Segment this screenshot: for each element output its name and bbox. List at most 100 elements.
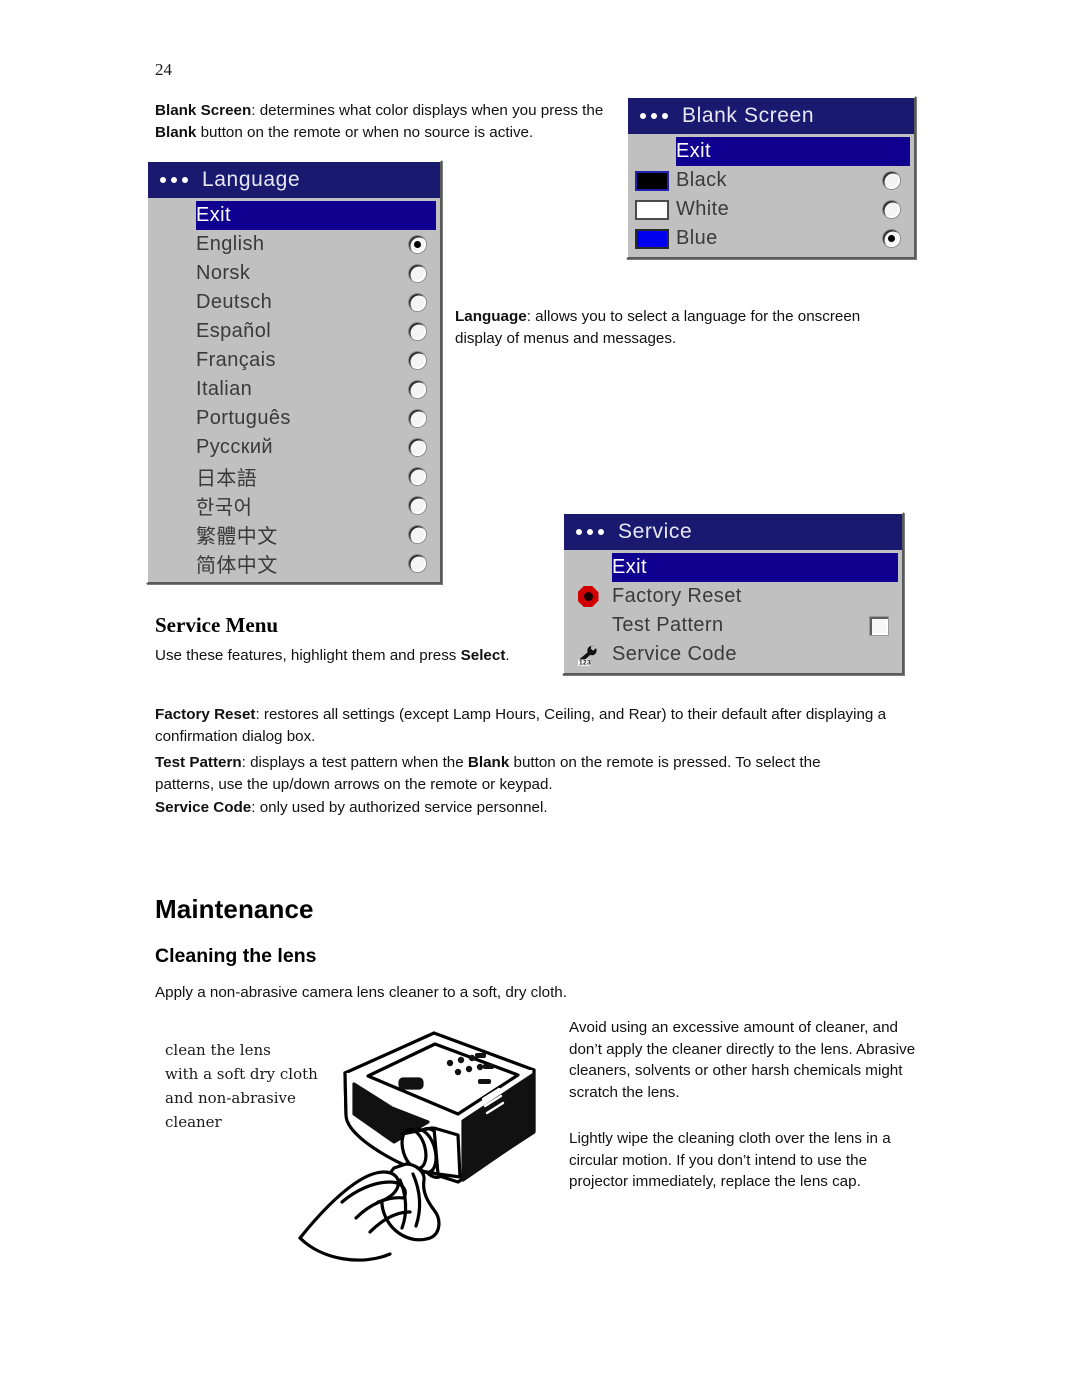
cleaning-the-lens-heading: Cleaning the lens: [155, 945, 317, 967]
service-item-label: Service Code: [612, 643, 737, 665]
language-item-japanese[interactable]: 日本語: [148, 462, 440, 491]
service-item-factory-reset[interactable]: Factory Reset: [564, 582, 902, 611]
service-item-label: Factory Reset: [612, 585, 742, 607]
language-item-portugues[interactable]: Português: [148, 404, 440, 433]
language-item-label: English: [196, 233, 265, 255]
service-exit-label: Exit: [612, 556, 647, 578]
language-item-label: 한국어: [196, 497, 253, 519]
japanese-radio[interactable]: [408, 468, 426, 485]
blue-swatch-icon: [635, 228, 669, 249]
portugues-radio[interactable]: [408, 410, 426, 427]
blank-screen-menu-title: Blank Screen: [682, 104, 815, 127]
language-item-label: 简体中文: [196, 555, 278, 577]
blank-screen-exit-label: Exit: [676, 140, 711, 162]
test-pattern-checkbox[interactable]: [870, 616, 888, 635]
black-swatch-icon: [635, 170, 669, 191]
service-menu-items: Exit Factory Reset Test Pattern 123 Serv…: [564, 550, 902, 673]
factory-reset-term: Factory Reset: [155, 706, 256, 723]
blank-screen-item-blue[interactable]: Blue: [628, 224, 914, 253]
language-item-deutsch[interactable]: Deutsch: [148, 288, 440, 317]
service-menu-intro: Use these features, highlight them and p…: [155, 645, 555, 667]
white-swatch-icon: [635, 199, 669, 220]
language-item-francais[interactable]: Français: [148, 346, 440, 375]
language-item-simplified-chinese[interactable]: 简体中文: [148, 549, 440, 578]
blank-screen-item-white[interactable]: White: [628, 195, 914, 224]
svg-text:123: 123: [579, 659, 591, 665]
language-item-label: Português: [196, 407, 291, 429]
black-radio[interactable]: [882, 172, 900, 189]
language-item-label: Italian: [196, 378, 253, 400]
language-item-label: 日本語: [196, 468, 258, 490]
language-menu-items: Exit English Norsk Deutsch Español Franç…: [148, 198, 440, 582]
projector-lens-cleaning-illustration: [282, 1022, 552, 1284]
test-pattern-text-a: : displays a test pattern when the: [241, 754, 468, 771]
projector-illustration-svg: [298, 1031, 536, 1262]
italian-radio[interactable]: [408, 381, 426, 398]
language-item-label: Français: [196, 349, 276, 371]
test-pattern-paragraph: Test Pattern: displays a test pattern wh…: [155, 752, 875, 795]
language-menu[interactable]: Language Exit English Norsk Deutsch Espa…: [146, 160, 442, 584]
language-item-russian[interactable]: Русский: [148, 433, 440, 462]
blank-screen-exit-item[interactable]: Exit: [628, 137, 914, 166]
norsk-radio[interactable]: [408, 265, 426, 282]
language-item-label: Deutsch: [196, 291, 273, 313]
traditional-chinese-radio[interactable]: [408, 526, 426, 543]
russian-radio[interactable]: [408, 439, 426, 456]
menu-dots-icon: [576, 529, 604, 535]
language-item-traditional-chinese[interactable]: 繁體中文: [148, 520, 440, 549]
language-item-espanol[interactable]: Español: [148, 317, 440, 346]
factory-reset-paragraph: Factory Reset: restores all settings (ex…: [155, 704, 933, 747]
language-menu-title: Language: [202, 168, 301, 191]
blank-term: Blank: [155, 123, 197, 141]
language-item-label: Русский: [196, 436, 274, 458]
blank-screen-item-black-label: Black: [676, 169, 727, 191]
service-menu-title: Service: [618, 520, 693, 543]
service-exit-item[interactable]: Exit: [564, 553, 902, 582]
blank-screen-item-blue-label: Blue: [676, 227, 718, 249]
page-number: 24: [155, 60, 172, 79]
menu-dots-icon: [160, 177, 188, 183]
service-intro-text-a: Use these features, highlight them and p…: [155, 647, 461, 664]
blank-screen-term: Blank Screen: [155, 102, 252, 119]
language-item-english[interactable]: English: [148, 230, 440, 259]
blank-screen-menu[interactable]: Blank Screen Exit Black White Blue: [626, 96, 916, 259]
deutsch-radio[interactable]: [408, 294, 426, 311]
language-menu-titlebar: Language: [148, 162, 440, 198]
korean-radio[interactable]: [408, 497, 426, 514]
test-pattern-term: Test Pattern: [155, 754, 242, 771]
select-term: Select: [460, 647, 506, 664]
stop-sign-icon: [577, 586, 599, 607]
language-exit-label: Exit: [196, 204, 231, 226]
blank-screen-menu-items: Exit Black White Blue: [628, 134, 914, 257]
language-item-label: Norsk: [196, 262, 251, 284]
menu-dots-icon: [640, 113, 668, 119]
language-item-korean[interactable]: 한국어: [148, 491, 440, 520]
service-item-test-pattern[interactable]: Test Pattern: [564, 611, 902, 640]
service-code-paragraph: Service Code: only used by authorized se…: [155, 797, 875, 819]
language-description: Language: allows you to select a languag…: [455, 306, 895, 349]
maintenance-heading: Maintenance: [155, 894, 314, 924]
cleaning-note-1: Avoid using an excessive amount of clean…: [569, 1019, 916, 1101]
language-exit-item[interactable]: Exit: [148, 201, 440, 230]
francais-radio[interactable]: [408, 352, 426, 369]
wrench-123-icon: 123: [578, 645, 597, 666]
espanol-radio[interactable]: [408, 323, 426, 340]
language-item-italian[interactable]: Italian: [148, 375, 440, 404]
service-intro-text-c: .: [505, 647, 510, 664]
language-item-norsk[interactable]: Norsk: [148, 259, 440, 288]
blank-screen-description: Blank Screen: determines what color disp…: [155, 100, 605, 143]
blank-screen-text-1: : determines what color displays when yo…: [251, 102, 604, 119]
service-item-service-code[interactable]: 123 Service Code: [564, 640, 902, 669]
simplified-chinese-radio[interactable]: [408, 555, 426, 572]
service-menu[interactable]: Service Exit Factory Reset Test Pattern: [562, 512, 904, 675]
blank-screen-item-black[interactable]: Black: [628, 166, 914, 195]
cleaning-intro-text: Apply a non-abrasive camera lens cleaner…: [155, 984, 567, 1001]
blue-radio[interactable]: [882, 230, 900, 247]
service-code-text: : only used by authorized service person…: [251, 799, 548, 816]
service-menu-heading: Service Menu: [155, 613, 279, 637]
english-radio[interactable]: [408, 236, 426, 253]
language-item-label: 繁體中文: [196, 526, 278, 548]
blank-screen-text-2: button on the remote or when no source i…: [196, 123, 534, 141]
service-menu-titlebar: Service: [564, 514, 902, 550]
white-radio[interactable]: [882, 201, 900, 218]
